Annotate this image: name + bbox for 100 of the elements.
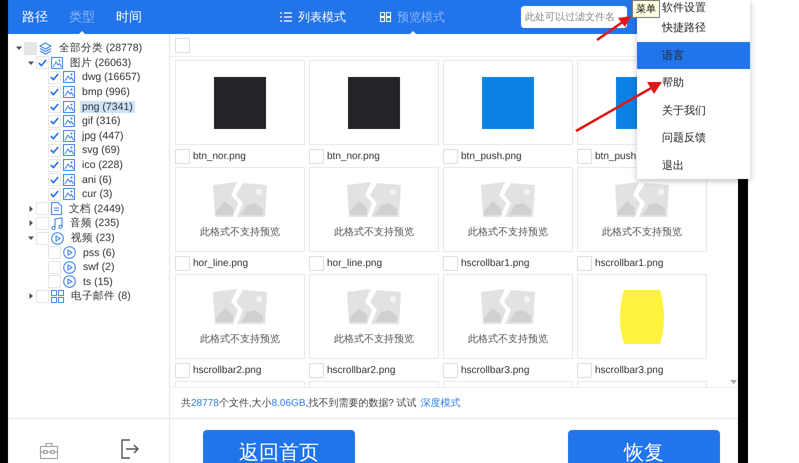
checkbox[interactable] xyxy=(36,232,49,245)
checkbox[interactable] xyxy=(309,256,324,270)
file-thumbnail-card[interactable]: 此格式不支持预览 xyxy=(309,167,439,252)
checkbox[interactable] xyxy=(48,114,61,128)
action-button[interactable]: 返回首页 xyxy=(203,430,355,463)
collapse-caret-icon[interactable] xyxy=(16,45,22,52)
tree-item[interactable]: 电子邮件 (8) xyxy=(69,289,133,304)
expand-caret-icon[interactable] xyxy=(28,206,34,212)
tree-item[interactable]: gif (316) xyxy=(80,115,123,128)
tree-item[interactable]: 全部分类 (28778) xyxy=(57,41,144,56)
checkbox[interactable] xyxy=(48,129,61,142)
menu-item[interactable]: 帮助 xyxy=(637,69,750,96)
broken-image-icon xyxy=(345,288,403,326)
menu-item[interactable]: 关于我们 xyxy=(637,96,750,124)
checkbox[interactable] xyxy=(48,188,61,201)
broken-image-icon xyxy=(211,288,269,326)
tree-item[interactable]: svg (69) xyxy=(80,144,122,156)
collapse-caret-icon[interactable] xyxy=(28,60,34,66)
checkbox[interactable] xyxy=(577,362,592,378)
checkbox[interactable] xyxy=(48,70,61,84)
checkbox[interactable] xyxy=(175,362,190,378)
checkbox[interactable] xyxy=(48,86,61,99)
tree-item[interactable]: 视频 (23) xyxy=(69,231,117,246)
checkbox[interactable] xyxy=(36,216,49,230)
menu-item[interactable]: 语言 xyxy=(637,42,750,69)
menu-item[interactable]: 问题反馈 xyxy=(637,124,750,152)
checkbox[interactable] xyxy=(443,256,458,270)
broken-image-icon xyxy=(345,180,403,218)
tree-item[interactable]: bmp (996) xyxy=(80,86,132,98)
layers-icon xyxy=(39,42,52,55)
file-thumbnail-card[interactable] xyxy=(309,60,439,145)
file-thumbnail-card[interactable]: 此格式不支持预览 xyxy=(443,167,573,252)
file-thumbnail-card[interactable]: 此格式不支持预览 xyxy=(175,167,305,252)
tree-item[interactable]: 文档 (2449) xyxy=(67,202,126,216)
menu-item[interactable]: 快捷路径 xyxy=(637,14,750,42)
search-field[interactable]: 此处可以过滤文件名 xyxy=(521,6,627,28)
checkbox[interactable] xyxy=(48,158,61,172)
play-icon xyxy=(63,246,76,260)
select-all-checkbox[interactable] xyxy=(175,38,190,52)
checkbox[interactable] xyxy=(577,148,592,164)
expand-caret-icon[interactable] xyxy=(28,293,34,300)
tree-item[interactable]: ts (15) xyxy=(81,276,115,288)
file-thumbnail-card[interactable]: 此格式不支持预览 xyxy=(443,274,573,359)
tree-item[interactable]: pss (6) xyxy=(81,246,118,259)
checkbox[interactable] xyxy=(48,260,61,274)
view-mode-tab[interactable]: 列表模式 xyxy=(280,9,346,25)
file-thumbnail-card[interactable] xyxy=(577,274,707,359)
checkbox[interactable] xyxy=(48,144,61,157)
action-button[interactable]: 恢复 xyxy=(568,430,720,463)
checkbox[interactable] xyxy=(48,275,61,288)
tree-item[interactable]: dwg (16657) xyxy=(80,71,142,84)
file-name: hscrollbar2.png xyxy=(193,364,262,376)
play-icon xyxy=(63,275,76,288)
selected-caret-icon xyxy=(79,31,85,34)
preview-unavailable-text: 此格式不支持预览 xyxy=(334,226,414,238)
list-icon xyxy=(280,12,292,22)
selected-caret-icon xyxy=(410,31,416,34)
checkbox[interactable] xyxy=(36,290,49,303)
exit-icon[interactable] xyxy=(121,439,139,459)
tree-item[interactable]: swf (2) xyxy=(81,261,116,274)
image-icon xyxy=(63,71,75,84)
file-thumbnail-card[interactable] xyxy=(443,60,573,145)
file-name: hscrollbar1.png xyxy=(595,258,664,268)
collapse-caret-icon[interactable] xyxy=(28,235,34,242)
checkbox[interactable] xyxy=(443,148,458,164)
tree-item[interactable]: ico (228) xyxy=(80,159,125,172)
checkbox[interactable] xyxy=(36,202,49,216)
tree-item[interactable]: cur (3) xyxy=(80,188,114,200)
file-thumbnail-card[interactable]: 此格式不支持预览 xyxy=(175,274,305,359)
deep-mode-link[interactable]: 深度模式 xyxy=(420,396,461,410)
image-icon xyxy=(63,174,75,186)
menu-item[interactable]: 退出 xyxy=(637,152,750,179)
checkbox[interactable] xyxy=(36,56,49,70)
status-text: 共28778个文件,大小8.06GB,找不到需要的数据? 试试 xyxy=(181,396,417,410)
checkbox[interactable] xyxy=(48,173,61,186)
file-thumbnail-card[interactable]: 此格式不支持预览 xyxy=(309,274,439,359)
tree-item[interactable]: jpg (447) xyxy=(80,130,126,142)
tree-item[interactable]: ani (6) xyxy=(80,174,114,186)
filter-tab[interactable]: 时间 xyxy=(116,9,142,25)
expand-caret-icon[interactable] xyxy=(28,220,34,226)
tree-item[interactable]: png (7341) xyxy=(80,100,135,113)
image-icon xyxy=(51,56,63,69)
checkbox[interactable] xyxy=(175,148,190,164)
checkbox[interactable] xyxy=(309,148,324,164)
document-icon xyxy=(51,202,62,216)
checkbox[interactable] xyxy=(309,362,324,378)
tree-item[interactable]: 音频 (235) xyxy=(68,216,122,230)
checkbox[interactable] xyxy=(175,256,190,270)
filter-tab[interactable]: 路径 xyxy=(22,9,48,25)
file-thumbnail-card[interactable] xyxy=(175,60,305,145)
toolbox-icon[interactable] xyxy=(40,442,58,459)
checkbox[interactable] xyxy=(48,246,61,260)
music-icon xyxy=(51,216,63,230)
tree-item[interactable]: 图片 (26063) xyxy=(68,56,134,70)
checkbox[interactable] xyxy=(577,256,592,270)
scroll-down-icon[interactable] xyxy=(730,380,736,384)
checkbox[interactable] xyxy=(48,100,61,114)
file-name: hscrollbar2.png xyxy=(327,364,396,376)
checkbox[interactable] xyxy=(443,362,458,378)
checkbox[interactable] xyxy=(24,42,37,55)
